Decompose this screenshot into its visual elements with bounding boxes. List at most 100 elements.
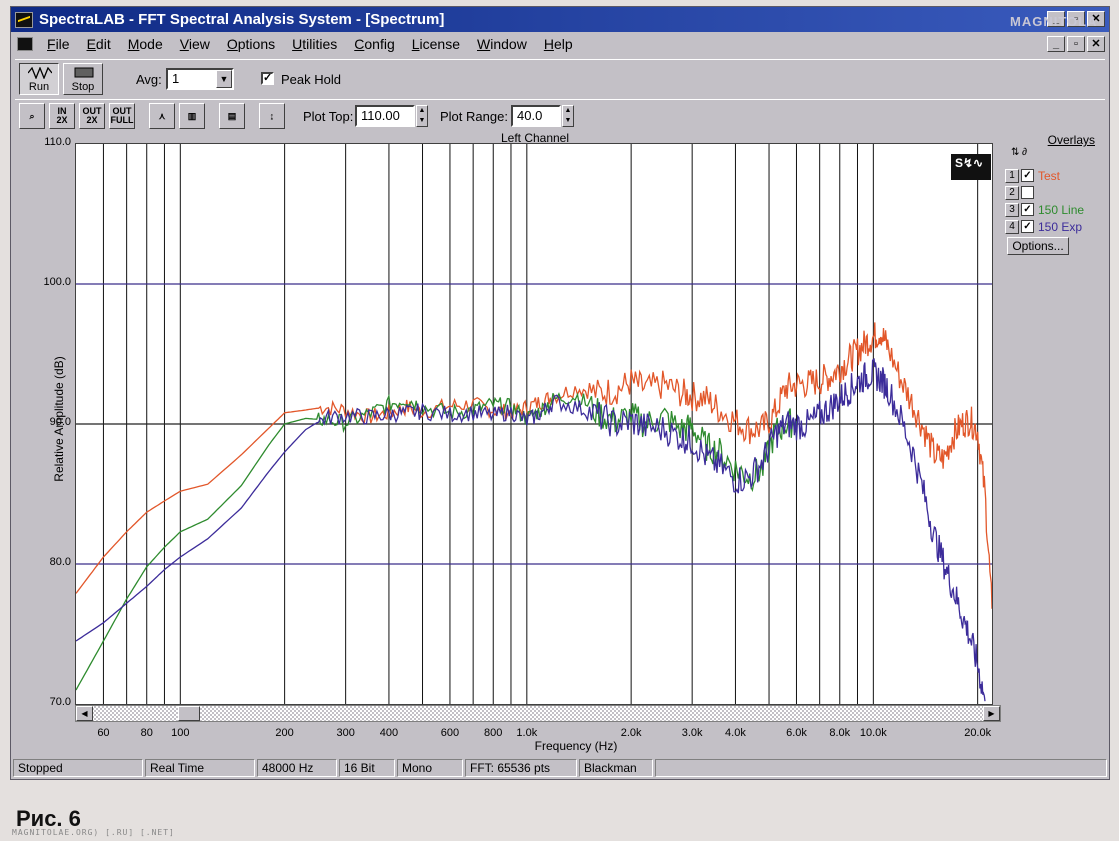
x-tick-label: 8.0k	[829, 727, 851, 739]
overlay-checkbox[interactable]	[1021, 186, 1034, 199]
peak-hold-label: Peak Hold	[281, 72, 341, 87]
cursor-button[interactable]: ↨	[259, 103, 285, 129]
horizontal-scrollbar[interactable]: ◀ ▶	[75, 705, 1001, 722]
menu-bar: File Edit Mode View Options Utilities Co…	[11, 33, 1109, 55]
stop-label: Stop	[71, 81, 95, 93]
zoom-out-2x-button[interactable]: OUT 2X	[79, 103, 105, 129]
waveform-icon	[28, 67, 52, 79]
status-fft-size: FFT: 65536 pts	[465, 759, 577, 777]
scroll-left-icon[interactable]: ◀	[76, 706, 93, 721]
line-graph-button[interactable]: ⋏	[149, 103, 175, 129]
overlay-num[interactable]: 4	[1005, 219, 1019, 234]
document-controls: _ ▫ ✕	[1047, 36, 1105, 52]
magnifier-icon: ⌕	[29, 110, 35, 121]
plot-area[interactable]	[75, 143, 993, 705]
overlay-checkbox[interactable]: ✓	[1021, 169, 1034, 182]
doc-close-icon[interactable]: ✕	[1087, 36, 1105, 52]
overlay-row-3: 3 ✓ 150 Line	[1005, 201, 1101, 218]
x-tick-label: 2.0k	[620, 727, 642, 739]
y-tick-label: 80.0	[49, 556, 71, 568]
menu-options[interactable]: Options	[227, 36, 275, 52]
y-tick-label: 100.0	[43, 276, 71, 288]
avg-value: 1	[172, 71, 180, 86]
table-icon: ▤	[227, 110, 237, 121]
status-sample-rate: 48000 Hz	[257, 759, 337, 777]
spectralab-window: SpectraLAB - FFT Spectral Analysis Syste…	[10, 6, 1110, 780]
menu-help[interactable]: Help	[544, 36, 573, 52]
plot-range-label: Plot Range:	[440, 109, 508, 124]
bar-graph-button[interactable]: ▥	[179, 103, 205, 129]
menu-utilities[interactable]: Utilities	[292, 36, 337, 52]
doc-restore-icon[interactable]: ▫	[1067, 36, 1085, 52]
overlay-label: 150 Exp	[1038, 219, 1083, 234]
overlay-row-1: 1 ✓ Test	[1005, 167, 1101, 184]
overlay-checkbox[interactable]: ✓	[1021, 220, 1034, 233]
x-tick-label: 300	[336, 727, 355, 739]
overlay-options-button[interactable]: Options...	[1007, 237, 1069, 255]
overlay-header-icons: ⇅ ∂	[1011, 147, 1028, 158]
zoom-out-2x-icon: OUT 2X	[82, 106, 102, 125]
spectrum-chart	[75, 144, 993, 704]
status-run-state: Stopped	[13, 759, 143, 777]
overlay-row-2: 2	[1005, 184, 1101, 201]
status-bit-depth: 16 Bit	[339, 759, 395, 777]
stop-button[interactable]: Stop	[63, 63, 103, 95]
run-label: Run	[28, 81, 50, 93]
x-tick-label: 20.0k	[964, 727, 992, 739]
run-button[interactable]: Run	[19, 63, 59, 95]
x-tick-label: 600	[440, 727, 460, 739]
plot-range-input[interactable]: 40.0	[511, 105, 561, 127]
zoom-tool-button[interactable]: ⌕	[19, 103, 45, 129]
menu-mode[interactable]: Mode	[128, 36, 163, 52]
x-tick-label: 4.0k	[725, 727, 746, 739]
menu-window[interactable]: Window	[477, 36, 527, 52]
peak-hold-checkbox[interactable]: ✓	[261, 72, 274, 85]
y-tick-label: 70.0	[49, 696, 71, 708]
plot-toolbar: ⌕ IN 2X OUT 2X OUT FULL ⋏ ▥ ▤ ↨ Plot Top: 1…	[15, 99, 1105, 131]
doc-minimize-icon[interactable]: _	[1047, 36, 1065, 52]
zoom-in-2x-icon: IN 2X	[56, 106, 68, 125]
x-tick-label: 80	[140, 727, 153, 739]
plot-top-input[interactable]: 110.00	[355, 105, 415, 127]
x-tick-label: 1.0k	[516, 727, 538, 739]
document-icon[interactable]	[17, 37, 33, 51]
title-bar: SpectraLAB - FFT Spectral Analysis Syste…	[11, 7, 1109, 32]
avg-select[interactable]: 1 ▼	[166, 68, 234, 90]
x-tick-label: 3.0k	[681, 727, 703, 739]
x-tick-label: 100	[171, 727, 190, 739]
overlay-checkbox[interactable]: ✓	[1021, 203, 1034, 216]
plot-range-spinner[interactable]: ▲ ▼	[562, 105, 574, 127]
bar-graph-icon: ▥	[187, 110, 197, 121]
y-tick-label: 110.0	[44, 136, 71, 148]
avg-label: Avg:	[136, 72, 162, 87]
status-channels: Mono	[397, 759, 463, 777]
y-tick-label: 90.0	[49, 416, 71, 428]
x-axis-label: Frequency (Hz)	[534, 739, 618, 753]
x-tick-label: 400	[379, 727, 399, 739]
app-icon[interactable]	[15, 11, 33, 28]
overlay-label: 150 Line	[1038, 202, 1085, 217]
zoom-out-full-icon: OUT FULL	[110, 106, 134, 125]
zoom-in-2x-button[interactable]: IN 2X	[49, 103, 75, 129]
plot-top-spinner[interactable]: ▲ ▼	[416, 105, 428, 127]
overlay-num[interactable]: 2	[1005, 185, 1019, 200]
menu-license[interactable]: License	[412, 36, 460, 52]
line-graph-icon: ⋏	[158, 110, 166, 121]
cursor-icon: ↨	[269, 110, 275, 121]
overlay-label: Test	[1038, 168, 1061, 183]
zoom-out-full-button[interactable]: OUT FULL	[109, 103, 135, 129]
overlay-num[interactable]: 3	[1005, 202, 1019, 217]
menu-view[interactable]: View	[180, 36, 210, 52]
menu-config[interactable]: Config	[354, 36, 394, 52]
scroll-right-icon[interactable]: ▶	[983, 706, 1000, 721]
menu-edit[interactable]: Edit	[87, 36, 111, 52]
x-tick-label: 6.0k	[786, 727, 807, 739]
chevron-down-icon[interactable]: ▼	[216, 70, 232, 88]
overlay-num[interactable]: 1	[1005, 168, 1019, 183]
overlays-title[interactable]: Overlays	[1005, 133, 1101, 147]
x-tick-label: 10.0k	[859, 727, 887, 739]
menu-file[interactable]: File	[47, 36, 70, 52]
table-view-button[interactable]: ▤	[219, 103, 245, 129]
scroll-thumb[interactable]	[178, 706, 200, 721]
x-tick-label: 60	[97, 727, 110, 739]
